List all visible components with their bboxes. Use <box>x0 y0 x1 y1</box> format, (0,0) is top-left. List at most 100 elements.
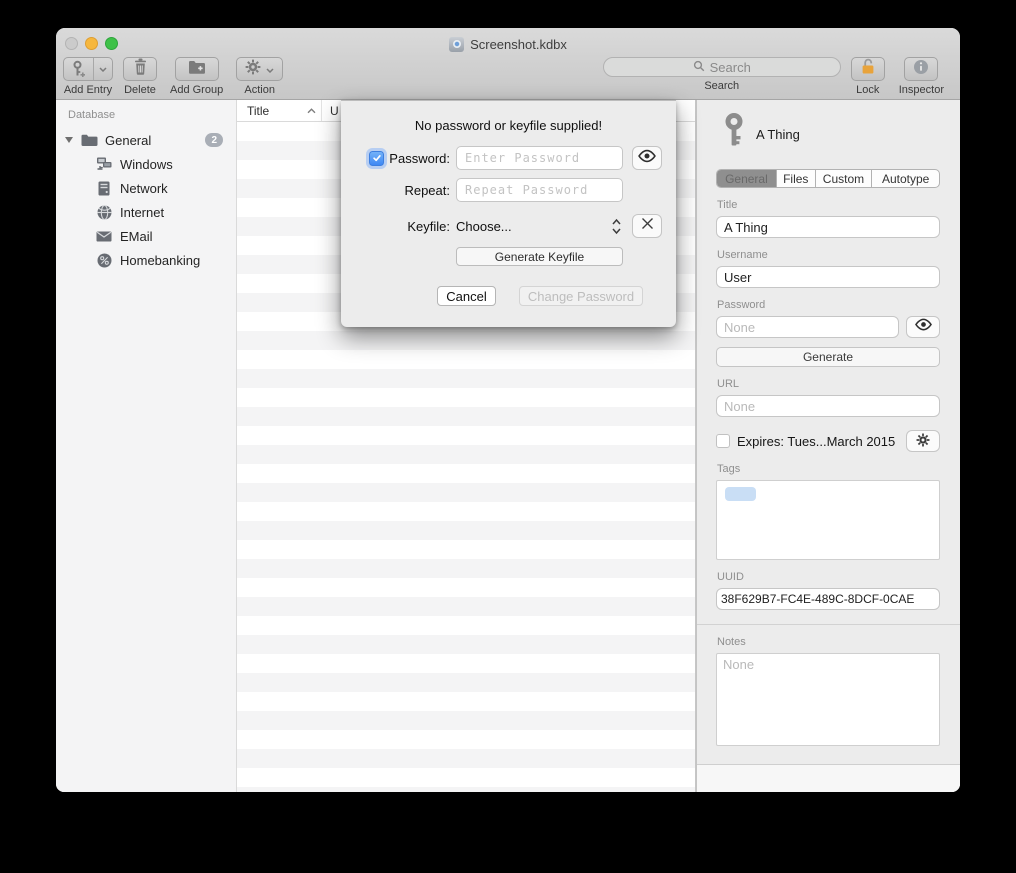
window-title: Screenshot.kdbx <box>470 37 567 52</box>
search-icon <box>693 60 705 75</box>
password-field-label: Password <box>717 299 940 311</box>
column-username-label: U <box>330 104 339 118</box>
entry-count-badge: 2 <box>205 133 223 147</box>
tag-token[interactable] <box>725 487 756 501</box>
expires-checkbox[interactable] <box>716 434 730 448</box>
reveal-password-button[interactable] <box>632 146 662 170</box>
tab-autotype[interactable]: Autotype <box>871 170 939 187</box>
server-icon <box>95 181 113 196</box>
generate-keyfile-button[interactable]: Generate Keyfile <box>456 247 623 266</box>
username-field[interactable] <box>716 266 940 288</box>
notes-label: Notes <box>717 636 940 648</box>
dialog-message: No password or keyfile supplied! <box>341 118 676 133</box>
group-label: Windows <box>120 157 236 172</box>
column-header-username[interactable]: U <box>322 104 339 118</box>
keyfile-popup[interactable]: Choose... <box>456 218 623 235</box>
password-checkbox[interactable] <box>369 151 384 166</box>
globe-icon <box>95 205 113 220</box>
sidebar-item-internet[interactable]: Internet <box>56 200 236 224</box>
eye-icon <box>914 318 933 336</box>
lock-label: Lock <box>856 84 879 96</box>
gear-icon <box>916 433 930 450</box>
sidebar-item-windows[interactable]: Windows <box>56 152 236 176</box>
group-label: Homebanking <box>120 253 236 268</box>
sort-ascending-icon <box>307 108 316 114</box>
add-entry-button[interactable] <box>63 57 113 81</box>
group-label: Internet <box>120 205 236 220</box>
search-input[interactable]: Search <box>603 57 841 77</box>
delete-label: Delete <box>124 84 156 96</box>
action-label: Action <box>244 84 275 96</box>
entry-title: A Thing <box>756 127 800 142</box>
repeat-dialog-row: Repeat: <box>341 178 676 202</box>
search-item: Search Search <box>603 57 841 92</box>
add-group-label: Add Group <box>170 84 223 96</box>
tags-label: Tags <box>717 463 940 475</box>
uuid-label: UUID <box>717 571 940 583</box>
change-password-button[interactable]: Change Password <box>519 286 643 306</box>
group-label: Network <box>120 181 236 196</box>
add-entry-label: Add Entry <box>64 84 112 96</box>
percent-circle-icon <box>95 253 113 268</box>
password-field[interactable] <box>716 316 899 338</box>
reveal-password-button[interactable] <box>906 316 940 338</box>
generate-password-button[interactable]: Generate <box>716 347 940 367</box>
divider <box>697 624 960 625</box>
sidebar: Database General 2 Windows Network <box>56 100 237 792</box>
repeat-dialog-label: Repeat: <box>404 183 450 198</box>
add-group-item: Add Group <box>170 57 223 96</box>
title-field[interactable] <box>716 216 940 238</box>
keyfile-dialog-row: Keyfile: Choose... <box>341 214 676 238</box>
url-field[interactable] <box>716 395 940 417</box>
window-chrome: Screenshot.kdbx Add Entry <box>56 28 960 100</box>
password-dialog-label: Password: <box>389 151 450 166</box>
tab-custom[interactable]: Custom <box>815 170 872 187</box>
tab-files[interactable]: Files <box>776 170 815 187</box>
disclosure-triangle-icon[interactable] <box>65 137 73 143</box>
column-title-label: Title <box>247 104 269 118</box>
expires-label: Expires: Tues...March 2015 <box>737 434 899 449</box>
title-field-label: Title <box>717 199 940 211</box>
expires-settings-button[interactable] <box>906 430 940 452</box>
cancel-button[interactable]: Cancel <box>437 286 496 306</box>
lock-icon <box>860 58 876 80</box>
group-label: EMail <box>120 229 236 244</box>
check-icon <box>372 153 382 163</box>
add-group-button[interactable] <box>175 57 219 81</box>
dialog-buttons: Cancel Change Password <box>341 286 676 306</box>
toolbar: Add Entry Delete Add Group <box>56 57 960 100</box>
uuid-field[interactable] <box>716 588 940 610</box>
entry-header: A Thing <box>723 113 940 155</box>
gear-icon <box>245 59 261 80</box>
sidebar-item-general[interactable]: General 2 <box>56 128 236 152</box>
lock-button[interactable] <box>851 57 885 81</box>
key-icon <box>723 113 745 155</box>
key-plus-icon <box>64 58 93 80</box>
sidebar-item-email[interactable]: EMail <box>56 224 236 248</box>
tags-field[interactable] <box>716 480 940 560</box>
document-icon <box>449 37 464 52</box>
password-dialog-row: Password: <box>341 146 676 170</box>
repeat-password-input[interactable] <box>456 178 623 202</box>
info-icon <box>913 59 929 80</box>
sidebar-item-network[interactable]: Network <box>56 176 236 200</box>
app-window: Screenshot.kdbx Add Entry <box>56 28 960 792</box>
desktop: { "window": { "title": "Screenshot.kdbx"… <box>0 0 1016 873</box>
windows-network-icon <box>95 157 113 171</box>
envelope-icon <box>95 231 113 242</box>
url-field-label: URL <box>717 378 940 390</box>
add-entry-dropdown[interactable] <box>93 58 112 80</box>
add-entry-item: Add Entry <box>63 57 113 96</box>
sidebar-item-homebanking[interactable]: Homebanking <box>56 248 236 272</box>
column-header-title[interactable]: Title <box>237 100 322 121</box>
inspector-item: Inspector <box>899 57 944 96</box>
enter-password-input[interactable] <box>456 146 623 170</box>
titlebar: Screenshot.kdbx <box>56 36 960 52</box>
action-button[interactable] <box>236 57 283 81</box>
tab-general[interactable]: General <box>717 170 776 187</box>
notes-field[interactable] <box>716 653 940 746</box>
delete-button[interactable] <box>123 57 157 81</box>
folder-icon <box>80 134 98 147</box>
clear-keyfile-button[interactable] <box>632 214 662 238</box>
inspector-button[interactable] <box>904 57 938 81</box>
